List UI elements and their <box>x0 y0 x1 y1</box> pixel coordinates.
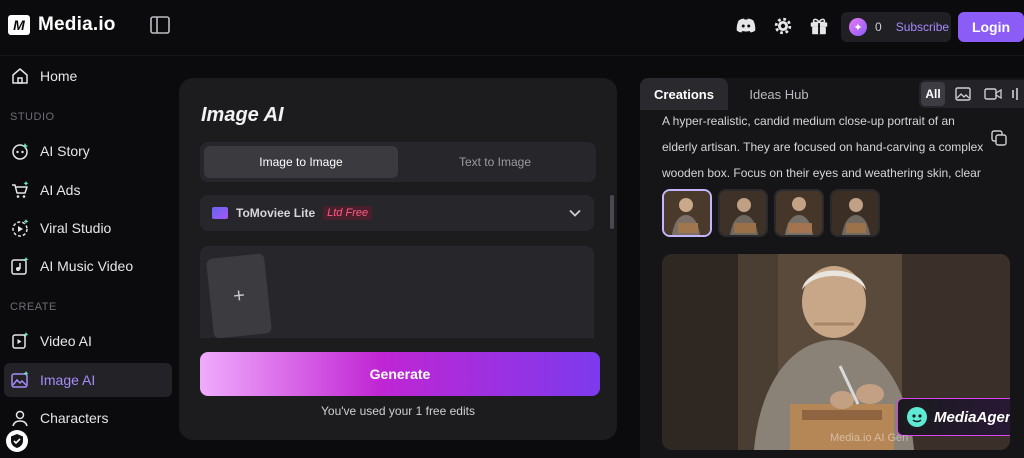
mode-tabs: Image to Image Text to Image <box>200 142 596 182</box>
shield-check-icon[interactable] <box>6 430 28 452</box>
creation-prompt: A hyper-realistic, candid medium close-u… <box>662 114 984 180</box>
sidebar-item-video-ai[interactable]: Video AI <box>4 324 172 358</box>
sidebar-item-label: Image AI <box>40 372 96 388</box>
brand-logo[interactable]: M Media.io <box>8 14 116 36</box>
copy-icon[interactable] <box>991 130 1007 146</box>
sidebar-item-label: AI Ads <box>40 182 81 198</box>
media-filter-group: All <box>919 80 1024 108</box>
ai-ads-icon <box>12 181 29 198</box>
usage-note: You've used your 1 free edits <box>321 404 475 418</box>
subscribe-link[interactable]: Subscribe <box>896 20 949 34</box>
thumbnail-2[interactable] <box>718 189 768 237</box>
discord-icon[interactable] <box>735 15 757 37</box>
top-bar: M Media.io ✦ 0 Subscribe Login <box>0 0 1024 56</box>
characters-icon <box>12 410 28 427</box>
image-ai-icon <box>11 371 29 388</box>
model-dropdown[interactable]: ToMoviee Lite Ltd Free <box>200 195 594 231</box>
gear-icon[interactable] <box>772 15 794 37</box>
sidebar-item-label: Video AI <box>40 333 92 349</box>
thumbnail-3[interactable] <box>774 189 824 237</box>
sidebar-item-ai-music-video[interactable]: AI Music Video <box>4 249 172 283</box>
sidebar-item-label: Viral Studio <box>40 220 112 236</box>
tab-text-to-image[interactable]: Text to Image <box>398 146 592 178</box>
section-label-create: CREATE <box>10 301 57 313</box>
upload-card[interactable]: + <box>205 253 273 338</box>
home-icon <box>12 68 28 84</box>
sidebar-item-image-ai[interactable]: Image AI <box>4 363 172 397</box>
tab-image-to-image[interactable]: Image to Image <box>204 146 398 178</box>
brand-name: Media.io <box>38 14 116 35</box>
sidebar-item-ai-ads[interactable]: AI Ads <box>4 173 172 207</box>
sidebar-item-home[interactable]: Home <box>4 59 172 93</box>
sidebar-item-label: AI Story <box>40 143 90 159</box>
thumbnail-1[interactable] <box>662 189 712 237</box>
viral-studio-icon <box>12 219 29 237</box>
generate-button[interactable]: Generate <box>200 352 600 396</box>
music-video-icon <box>11 257 29 275</box>
filter-all[interactable]: All <box>921 82 945 106</box>
model-logo-icon <box>212 207 228 219</box>
sidebar-item-label: Characters <box>40 410 109 426</box>
video-ai-icon <box>12 332 29 349</box>
plus-icon: + <box>231 283 246 308</box>
sidebar-item-ai-story[interactable]: AI Story <box>4 134 172 168</box>
image-watermark: Media.io AI Gen <box>830 432 909 444</box>
agent-badge-label: MediaAgent <box>934 408 1010 426</box>
image-upload-area[interactable]: + <box>200 246 594 338</box>
credit-gem-icon: ✦ <box>849 18 867 36</box>
page-title: Image AI <box>201 104 284 126</box>
logo-mark-icon: M <box>8 15 30 35</box>
credits-widget[interactable]: ✦ 0 Subscribe <box>841 12 951 42</box>
model-badge: Ltd Free <box>323 206 373 220</box>
sidebar-item-label: Home <box>40 68 78 84</box>
agent-face-icon <box>907 407 927 427</box>
sidebar-item-viral-studio[interactable]: Viral Studio <box>4 211 172 245</box>
login-button[interactable]: Login <box>958 12 1024 42</box>
scrollbar-thumb[interactable] <box>610 195 614 229</box>
filter-audio-icon[interactable] <box>1011 82 1019 106</box>
filter-video-icon[interactable] <box>981 82 1005 106</box>
thumbnail-4[interactable] <box>830 189 880 237</box>
creations-panel: Creations Ideas Hub All A hyper-realisti… <box>640 78 1024 458</box>
credit-count: 0 <box>875 20 882 34</box>
ai-story-icon <box>12 143 28 160</box>
gift-icon[interactable] <box>808 15 830 37</box>
tab-ideas-hub[interactable]: Ideas Hub <box>736 78 822 110</box>
image-ai-panel: Image AI Image to Image Text to Image To… <box>179 78 617 440</box>
sidebar-item-characters[interactable]: Characters <box>4 401 172 435</box>
chevron-down-icon <box>569 209 581 217</box>
result-thumbnails <box>662 189 880 237</box>
filter-image-icon[interactable] <box>951 82 975 106</box>
sidebar-toggle-icon[interactable] <box>150 16 170 34</box>
generated-image[interactable]: MediaAgent Media.io AI Gen <box>662 254 1010 450</box>
left-sidebar: Home STUDIO AI Story AI Ads Viral Studio <box>0 56 178 458</box>
section-label-studio: STUDIO <box>10 111 55 123</box>
sidebar-item-label: AI Music Video <box>40 258 134 274</box>
media-agent-badge[interactable]: MediaAgent <box>897 398 1010 436</box>
right-tabs: Creations Ideas Hub All <box>640 78 1024 110</box>
tab-creations[interactable]: Creations <box>640 78 728 110</box>
model-name: ToMoviee Lite <box>236 206 316 220</box>
